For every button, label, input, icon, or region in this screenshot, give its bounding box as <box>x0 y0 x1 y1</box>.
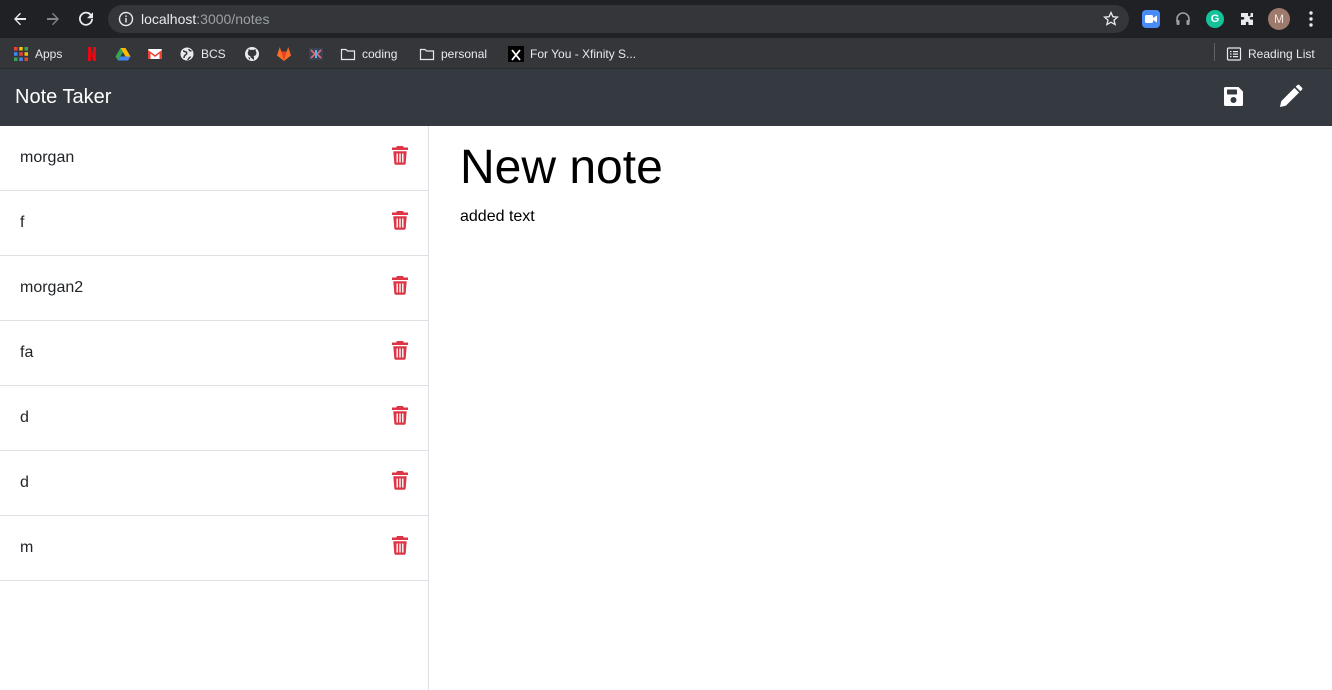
bookmark-bcs-label: BCS <box>201 47 226 61</box>
note-title: m <box>20 539 34 556</box>
trash-icon[interactable] <box>391 405 409 425</box>
bookmark-gitlab[interactable] <box>276 43 298 65</box>
floppy-disk-icon <box>1224 87 1243 106</box>
address-bar[interactable]: localhost:3000/notes <box>108 5 1129 33</box>
bookmarks-bar: Apps BCS coding personal For You - Xfini… <box>0 38 1332 69</box>
bookmark-xfinity-label: For You - Xfinity S... <box>530 47 637 61</box>
reading-list-icon <box>1226 47 1242 61</box>
trash-icon[interactable] <box>391 340 409 360</box>
note-title: d <box>20 474 29 491</box>
arrow-left-icon <box>14 12 26 26</box>
list-item[interactable]: m <box>0 516 428 581</box>
puzzle-extensions-icon[interactable] <box>1238 10 1256 28</box>
note-text-area[interactable]: added text <box>460 208 535 226</box>
bookmark-bcs[interactable]: BCS <box>179 43 226 65</box>
github-icon <box>245 47 259 61</box>
note-title-input[interactable]: New note <box>460 140 663 195</box>
zoom-extension-icon[interactable] <box>1142 10 1160 28</box>
globe-icon <box>180 47 194 61</box>
folder-icon <box>340 48 356 61</box>
bookmarks-separator <box>1214 43 1215 61</box>
list-item[interactable]: morgan <box>0 126 428 191</box>
xfinity-icon <box>508 46 524 62</box>
url-path: :3000/notes <box>196 11 270 27</box>
notes-list: morgan f morgan2 fa d d m <box>0 126 429 690</box>
bookmark-netflix[interactable] <box>84 43 106 65</box>
reading-list-label: Reading List <box>1248 47 1315 61</box>
gmail-icon <box>148 49 162 59</box>
bookmark-gmail[interactable] <box>147 43 169 65</box>
bookmark-apps[interactable]: Apps <box>13 43 62 65</box>
app-navbar: Note Taker <box>0 69 1332 126</box>
note-title: fa <box>20 344 34 361</box>
note-title: morgan2 <box>20 279 84 296</box>
apps-grid-icon <box>14 47 28 61</box>
url-host: localhost <box>141 11 197 27</box>
list-item[interactable]: f <box>0 191 428 256</box>
forward-button[interactable] <box>42 8 64 30</box>
list-item[interactable]: morgan2 <box>0 256 428 321</box>
trash-icon[interactable] <box>391 275 409 295</box>
bookmark-github[interactable] <box>244 43 266 65</box>
pencil-icon <box>1280 84 1303 107</box>
browser-toolbar: localhost:3000/notes G M <box>0 0 1332 38</box>
app-title[interactable]: Note Taker <box>15 86 111 109</box>
trash-icon[interactable] <box>391 535 409 555</box>
kebab-menu-icon[interactable] <box>1302 9 1320 29</box>
list-item[interactable]: d <box>0 386 428 451</box>
trash-icon[interactable] <box>391 470 409 490</box>
reading-list-button[interactable]: Reading List <box>1226 43 1315 65</box>
url-text: localhost:3000/notes <box>141 11 269 27</box>
bookmark-coding-label: coding <box>362 47 398 61</box>
gitlab-icon <box>277 47 291 61</box>
headphones-extension-icon[interactable] <box>1174 10 1192 28</box>
trash-icon[interactable] <box>391 210 409 230</box>
bookmark-extension[interactable] <box>308 43 330 65</box>
reload-button[interactable] <box>75 8 97 30</box>
note-editor: New note added text <box>430 126 1332 690</box>
save-note-button[interactable] <box>1219 83 1247 111</box>
grammarly-extension-icon[interactable]: G <box>1206 10 1224 28</box>
bookmark-drive[interactable] <box>115 43 137 65</box>
reload-icon <box>79 11 93 26</box>
bookmark-apps-label: Apps <box>35 47 63 61</box>
bookmark-logo-icon <box>309 48 323 60</box>
star-icon[interactable] <box>1103 11 1119 27</box>
folder-icon <box>419 48 435 61</box>
arrow-right-icon <box>47 12 59 26</box>
info-icon[interactable] <box>118 11 134 27</box>
new-note-button[interactable] <box>1276 83 1304 111</box>
netflix-icon <box>88 47 96 61</box>
google-drive-icon <box>115 48 131 61</box>
bookmark-personal[interactable]: personal <box>419 43 487 65</box>
note-title: morgan <box>20 149 75 166</box>
note-title: d <box>20 409 29 426</box>
back-button[interactable] <box>9 8 31 30</box>
profile-avatar[interactable]: M <box>1268 8 1290 30</box>
note-title: f <box>20 214 25 231</box>
bookmark-xfinity[interactable]: For You - Xfinity S... <box>508 43 636 65</box>
bookmark-coding[interactable]: coding <box>340 43 397 65</box>
bookmark-personal-label: personal <box>441 47 488 61</box>
trash-icon[interactable] <box>391 145 409 165</box>
list-item[interactable]: fa <box>0 321 428 386</box>
list-item[interactable]: d <box>0 451 428 516</box>
